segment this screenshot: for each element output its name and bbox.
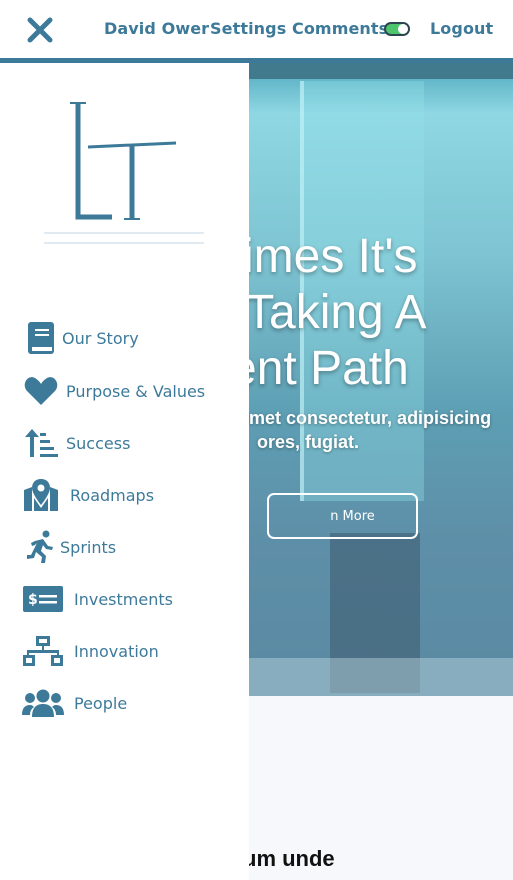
hero-subtitle-line: met consectetur, adipisicing [249, 408, 492, 428]
sidebar-item-label: Innovation [74, 641, 159, 661]
hero-title-line: ent Path [230, 342, 409, 395]
sidebar-item-label: Purpose & Values [66, 381, 206, 401]
sidebar-item-roadmaps[interactable]: Roadmaps [22, 478, 154, 512]
heart-icon [22, 374, 60, 408]
running-icon [22, 530, 60, 564]
sort-ascending-icon [22, 426, 60, 460]
sidebar-item-innovation[interactable]: Innovation [22, 634, 159, 668]
sidebar-item-purpose-values[interactable]: Purpose & Values [22, 374, 205, 408]
svg-text:$: $ [28, 592, 38, 608]
hero-title-line: Taking A [245, 286, 427, 339]
topbar-divider [0, 58, 513, 63]
sidebar-item-label: Roadmaps [70, 485, 155, 505]
sidebar-item-success[interactable]: Success [22, 426, 130, 460]
sidebar-item-label: Investments [74, 589, 173, 609]
map-marker-icon [22, 478, 60, 512]
sidebar-item-our-story[interactable]: Our Story [22, 321, 139, 355]
top-navbar: David Ower Settings Comments Logout [0, 0, 513, 58]
sidebar-item-label: Our Story [62, 328, 139, 348]
money-check-icon: $ [22, 582, 64, 616]
close-icon[interactable] [26, 16, 54, 44]
settings-link[interactable]: Settings [210, 19, 286, 38]
sidebar-item-label: Success [66, 433, 131, 453]
sidebar-item-label: People [74, 693, 128, 713]
comments-toggle[interactable] [384, 22, 410, 36]
sidebar-item-people[interactable]: People [22, 686, 127, 720]
users-icon [22, 686, 64, 720]
hero-title-line: imes It's [243, 230, 418, 283]
sidebar-item-label: Sprints [60, 537, 117, 557]
sidebar-item-sprints[interactable]: Sprints [22, 530, 116, 564]
company-logo [40, 99, 210, 249]
toggle-knob [398, 24, 408, 34]
logout-link[interactable]: Logout [430, 19, 493, 38]
sidebar-item-investments[interactable]: $ Investments [22, 582, 173, 616]
comments-link[interactable]: Comments [292, 19, 388, 38]
section-heading: um unde [243, 846, 335, 871]
hero-subtitle-line: ores, fugiat. [257, 432, 360, 452]
book-icon [22, 321, 60, 355]
sidebar-drawer: Our Story Purpose & Values Success Roadm… [0, 63, 249, 880]
learn-more-button[interactable]: n More [267, 493, 418, 539]
sitemap-icon [22, 634, 64, 668]
user-name-link[interactable]: David Ower [104, 19, 209, 38]
